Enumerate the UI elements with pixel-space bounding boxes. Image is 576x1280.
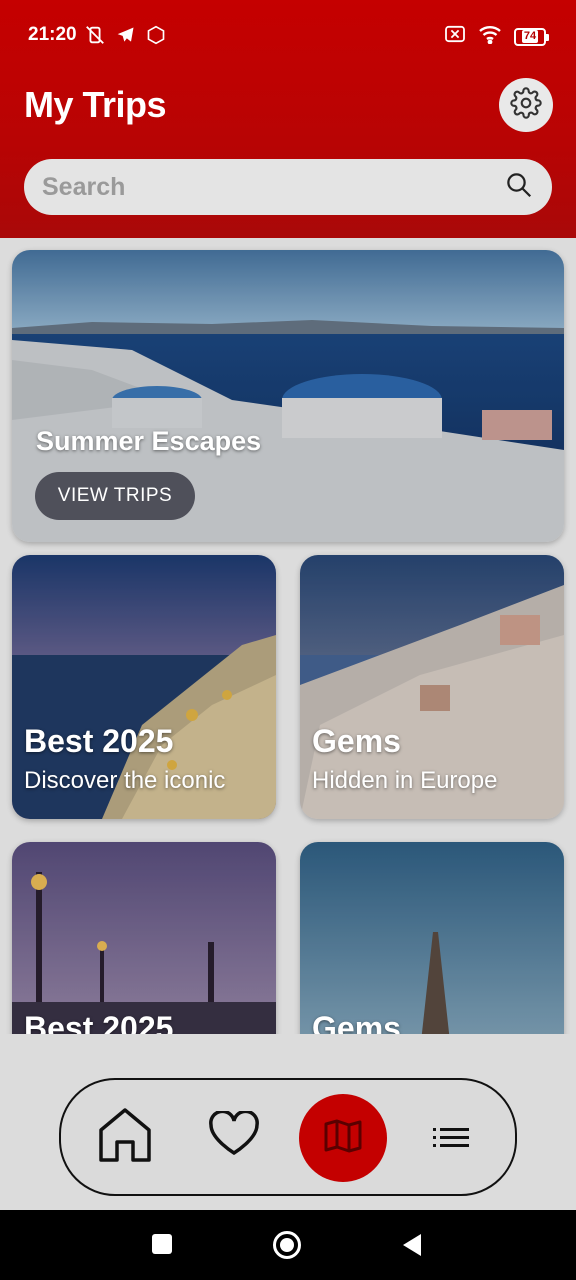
status-left-icons: [84, 24, 166, 51]
home-icon: [97, 1106, 153, 1169]
telegram-icon: [116, 25, 136, 50]
card-title: Summer Escapes: [36, 426, 262, 456]
card-subtitle: Discover the iconic: [24, 767, 226, 794]
status-bar: 21:20 74: [0, 0, 576, 72]
card-title: Gems: [312, 723, 401, 759]
search-input[interactable]: [42, 172, 504, 202]
battery-level: 74: [521, 30, 539, 43]
trip-card-gems[interactable]: Gems Hidden in Europe: [300, 555, 564, 819]
paris-bridge-image: [12, 842, 276, 1034]
card-title: Best 2025: [24, 723, 174, 759]
sim-off-icon: [444, 25, 466, 48]
nav-trips-button[interactable]: [299, 1094, 387, 1182]
page-title: My Trips: [24, 84, 167, 125]
mi-icon: [146, 25, 166, 50]
list-icon: [433, 1127, 469, 1152]
trip-card-gems-paris[interactable]: Gems: [300, 842, 564, 1034]
view-trips-button[interactable]: VIEW TRIPS: [35, 472, 195, 520]
settings-button[interactable]: [499, 78, 553, 132]
status-time: 21:20: [28, 24, 77, 45]
trip-card-best-2025-paris[interactable]: Best 2025: [12, 842, 276, 1034]
home-circle-icon[interactable]: [272, 1230, 302, 1260]
trip-card-summer-escapes[interactable]: Summer Escapes VIEW TRIPS: [12, 250, 564, 542]
eiffel-tower-image: [300, 842, 564, 1034]
trip-card-best-2025[interactable]: Best 2025 Discover the iconic: [12, 555, 276, 819]
trip-card-list: Summer Escapes VIEW TRIPS Best 2025 Disc…: [0, 238, 576, 1034]
nav-favorites-button[interactable]: [207, 1109, 261, 1162]
recents-icon[interactable]: [150, 1232, 174, 1256]
nav-list-button[interactable]: [431, 1120, 471, 1158]
nav-home-button[interactable]: [95, 1106, 155, 1168]
heart-icon: [208, 1109, 260, 1162]
search-bar: [24, 159, 552, 215]
card-subtitle: Hidden in Europe: [312, 767, 498, 794]
search-icon[interactable]: [504, 170, 534, 205]
gear-icon: [510, 86, 542, 124]
wifi-icon: [478, 24, 502, 49]
card-title: Best 2025: [24, 1010, 174, 1034]
back-icon[interactable]: [400, 1232, 424, 1258]
battery-icon: 74: [514, 27, 549, 46]
vibrate-off-icon: [84, 24, 106, 51]
status-right-icons: 74: [444, 24, 549, 49]
app-header: 21:20 74 My Trips: [0, 0, 576, 238]
map-icon: [324, 1119, 362, 1158]
card-title: Gems: [312, 1010, 401, 1034]
bottom-nav: [59, 1078, 517, 1196]
system-nav-bar: [0, 1210, 576, 1280]
